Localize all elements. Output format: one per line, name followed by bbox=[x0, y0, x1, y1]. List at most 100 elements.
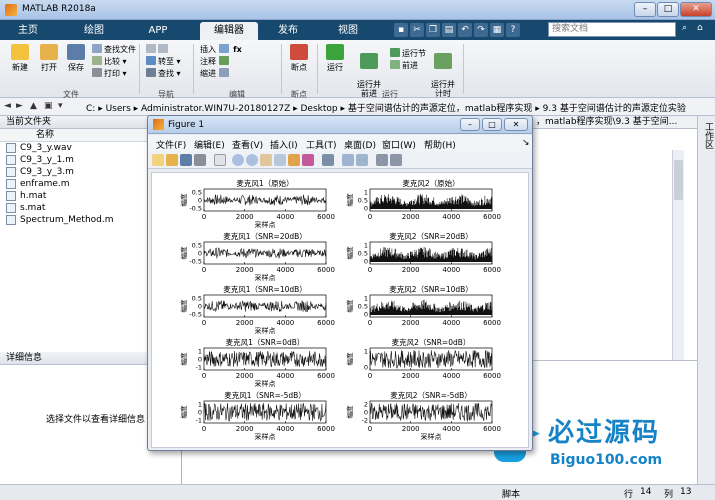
figure-window[interactable]: Figure 1 – □ ✕ 文件(F) 编辑(E) 查看(V) 插入(I) 工… bbox=[147, 115, 533, 451]
y-tick-label: 0 bbox=[364, 364, 368, 372]
switch-windows-icon[interactable]: ▦ bbox=[490, 23, 504, 37]
help-quick-icon[interactable]: ? bbox=[506, 23, 520, 37]
advance-button[interactable]: 前进 bbox=[390, 60, 426, 72]
back-arrow-icon[interactable] bbox=[146, 44, 156, 53]
tab-apps[interactable]: APP bbox=[138, 22, 178, 40]
y-tick-label: 0 bbox=[198, 356, 202, 364]
print-figure-icon[interactable] bbox=[194, 154, 206, 166]
open-button[interactable]: 打开 bbox=[36, 44, 62, 73]
path-dropdown-icon[interactable]: ▾ bbox=[58, 101, 63, 111]
tab-publish[interactable]: 发布 bbox=[268, 22, 308, 40]
workspace-tab[interactable]: 工作区 bbox=[702, 122, 715, 149]
subplot-1: 麦克风1（原始）0 2000 4000 60000.50-0.5采样点幅度 bbox=[179, 178, 335, 229]
minimize-button[interactable]: – bbox=[634, 2, 656, 17]
subplot-title: 麦克风1（SNR=0dB） bbox=[226, 337, 305, 347]
save-button[interactable]: 保存 bbox=[64, 44, 88, 73]
tab-home[interactable]: 主页 bbox=[8, 22, 48, 40]
close-button[interactable]: ✕ bbox=[680, 2, 712, 17]
new-button[interactable]: 新建 bbox=[6, 44, 34, 73]
editor-scrollbar[interactable] bbox=[672, 150, 684, 360]
pan-icon[interactable] bbox=[260, 154, 272, 166]
comment-button[interactable]: 注释 bbox=[200, 56, 242, 68]
menu-dock-icon[interactable]: ↘ bbox=[522, 138, 530, 148]
cut-quick-icon[interactable]: ✂ bbox=[410, 23, 424, 37]
tab-plots[interactable]: 绘图 bbox=[74, 22, 114, 40]
up-folder-icon[interactable]: ▲ bbox=[30, 101, 37, 111]
menu-window[interactable]: 窗口(W) bbox=[382, 138, 416, 151]
edit-plot-icon[interactable] bbox=[214, 154, 226, 166]
menu-edit[interactable]: 编辑(E) bbox=[194, 138, 225, 151]
x-axis-label: 采样点 bbox=[255, 220, 276, 229]
tab-view[interactable]: 视图 bbox=[328, 22, 368, 40]
menu-desktop[interactable]: 桌面(D) bbox=[344, 138, 376, 151]
save-quick-icon[interactable]: ▪ bbox=[394, 23, 408, 37]
indent-button[interactable]: 缩进 bbox=[200, 68, 242, 80]
plot-area[interactable]: 麦克风1（原始） 0 2000 4000 6000 0.5 0 -0.5 采样点 幅度 麦克风2（原… bbox=[151, 172, 529, 448]
notification-icon[interactable]: ⌂ bbox=[697, 23, 703, 33]
forward-icon[interactable]: ► bbox=[16, 101, 23, 111]
paste-quick-icon[interactable]: ▤ bbox=[442, 23, 456, 37]
save-figure-icon[interactable] bbox=[180, 154, 192, 166]
breakpoints-button[interactable]: 断点 bbox=[286, 44, 312, 73]
insert-colorbar-icon[interactable] bbox=[342, 154, 354, 166]
compare-button[interactable]: 比较 ▾ bbox=[92, 56, 136, 68]
figure-close-button[interactable]: ✕ bbox=[504, 118, 528, 131]
run-icon bbox=[326, 44, 344, 60]
search-icon[interactable]: ⌕ bbox=[682, 23, 687, 33]
insert-icon bbox=[218, 44, 229, 53]
print-button[interactable]: 打印 ▾ bbox=[92, 68, 136, 80]
y-axis-label: 幅度 bbox=[179, 193, 188, 207]
open-file-icon[interactable] bbox=[166, 154, 178, 166]
brush-icon[interactable] bbox=[302, 154, 314, 166]
menu-file[interactable]: 文件(F) bbox=[156, 138, 186, 151]
breadcrumb[interactable]: C: ▸ Users ▸ Administrator.WIN7U-2018012… bbox=[86, 101, 686, 114]
link-plot-icon[interactable] bbox=[322, 154, 334, 166]
status-bar: 脚本 行 14 列 13 bbox=[0, 484, 715, 500]
find-button[interactable]: 查找 ▾ bbox=[146, 68, 181, 80]
find-files-button[interactable]: 查找文件 bbox=[92, 44, 136, 56]
new-file-icon bbox=[11, 44, 29, 60]
x-tick-label: 2000 bbox=[402, 425, 420, 433]
forward-arrow-icon[interactable] bbox=[158, 44, 168, 53]
data-cursor-icon[interactable] bbox=[288, 154, 300, 166]
menu-tools[interactable]: 工具(T) bbox=[306, 138, 337, 151]
x-tick-label: 0 bbox=[202, 213, 206, 221]
figure-minimize-button[interactable]: – bbox=[460, 118, 480, 131]
browse-folder-icon[interactable]: ▣ bbox=[44, 101, 53, 111]
y-tick-label: 0.5 bbox=[192, 242, 202, 250]
y-tick-label: 1 bbox=[198, 401, 202, 409]
editor-tab[interactable]: ，matlab程序实现\9.3 基于空间... bbox=[533, 116, 715, 129]
search-docs-input[interactable]: 搜索文档 bbox=[548, 22, 676, 37]
maximize-button[interactable]: □ bbox=[657, 2, 679, 17]
x-tick-label: 4000 bbox=[442, 319, 460, 327]
hide-plot-tools-icon[interactable] bbox=[376, 154, 388, 166]
show-plot-tools-icon[interactable] bbox=[390, 154, 402, 166]
back-icon[interactable]: ◄ bbox=[4, 101, 11, 111]
tab-editor[interactable]: 编辑器 bbox=[200, 22, 258, 40]
run-section-button[interactable]: 运行节 bbox=[390, 48, 426, 60]
new-figure-icon[interactable] bbox=[152, 154, 164, 166]
copy-quick-icon[interactable]: ❐ bbox=[426, 23, 440, 37]
matlab-logo-icon bbox=[5, 4, 17, 16]
insert-legend-icon[interactable] bbox=[356, 154, 368, 166]
zoom-out-icon[interactable] bbox=[246, 154, 258, 166]
figure-title-bar[interactable]: Figure 1 – □ ✕ bbox=[148, 116, 532, 134]
run-button[interactable]: 运行 bbox=[322, 44, 348, 73]
menu-insert[interactable]: 插入(I) bbox=[270, 138, 298, 151]
subplot-7: 麦克风1（SNR=0dB）0 2000 4000 600010-1采样点幅度 bbox=[179, 337, 335, 388]
redo-quick-icon[interactable]: ↷ bbox=[474, 23, 488, 37]
subplot-6: 麦克风2（SNR=10dB） 0 2000 4000 6000 10.50 幅度 bbox=[345, 284, 501, 327]
figure-maximize-button[interactable]: □ bbox=[482, 118, 502, 131]
undo-quick-icon[interactable]: ↶ bbox=[458, 23, 472, 37]
scroll-thumb[interactable] bbox=[674, 160, 683, 200]
insert-button[interactable]: 插入 fx bbox=[200, 44, 242, 56]
x-tick-label: 6000 bbox=[483, 319, 501, 327]
fx-icon[interactable]: fx bbox=[233, 45, 242, 54]
zoom-in-icon[interactable] bbox=[232, 154, 244, 166]
goto-button[interactable]: 转至 ▾ bbox=[146, 56, 181, 68]
rotate-3d-icon[interactable] bbox=[274, 154, 286, 166]
menu-help[interactable]: 帮助(H) bbox=[424, 138, 456, 151]
ribbon-toolbar: 新建 打开 保存 查找文件 比较 ▾ 打印 ▾ 文件 转至 ▾ 查找 ▾ 导航 … bbox=[0, 40, 715, 99]
menu-view[interactable]: 查看(V) bbox=[232, 138, 263, 151]
x-axis-label: 采样点 bbox=[255, 432, 276, 441]
